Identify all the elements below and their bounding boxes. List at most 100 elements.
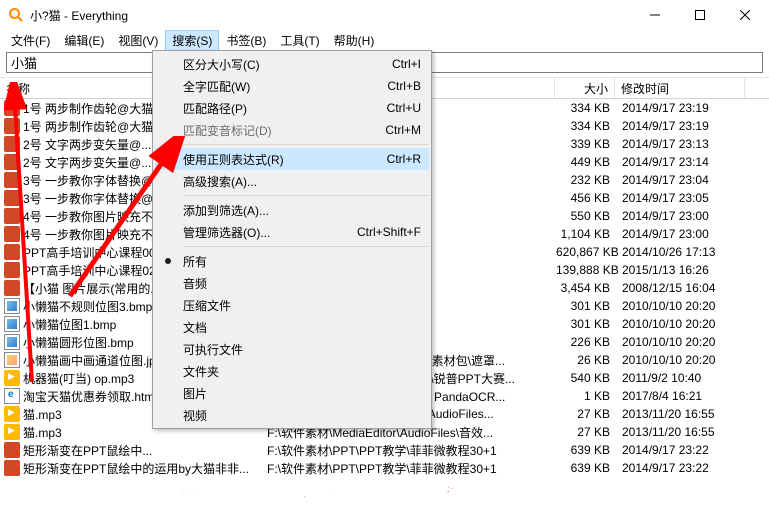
file-name: 矩形渐变在PPT鼠绘中... <box>23 442 263 459</box>
menu-item-label: 所有 <box>183 253 207 270</box>
bmp-file-icon <box>4 316 20 332</box>
bmp-file-icon <box>4 334 20 350</box>
file-size: 1 KB <box>556 389 616 403</box>
menu-item-label: 文件夹 <box>183 363 219 380</box>
file-size: 27 KB <box>556 425 616 439</box>
menu-dropdown-item[interactable]: 文件夹 <box>155 360 429 382</box>
menu-separator <box>183 144 428 145</box>
menu-dropdown-item[interactable]: 使用正则表达式(R) Ctrl+R <box>155 148 429 170</box>
file-size: 27 KB <box>556 407 616 421</box>
file-size: 226 KB <box>556 335 616 349</box>
menu-item-shortcut: Ctrl+R <box>387 152 421 166</box>
menu-item[interactable]: 书签(B) <box>219 30 273 51</box>
menu-item-label: 全字匹配(W) <box>183 78 250 95</box>
file-size: 334 KB <box>556 101 616 115</box>
file-date: 2014/9/17 23:14 <box>616 155 746 169</box>
menu-item-shortcut: Ctrl+Shift+F <box>357 225 421 239</box>
maximize-button[interactable] <box>677 0 722 30</box>
ppt-file-icon <box>4 172 20 188</box>
file-size: 620,867 KB <box>556 245 616 259</box>
file-date: 2014/9/17 23:19 <box>616 101 746 115</box>
menu-dropdown-item[interactable]: 文档 <box>155 316 429 338</box>
file-path: F:\软件素材\PPT\PPT教学\菲菲微教程30+1 <box>263 442 556 459</box>
menu-item-label: 添加到筛选(A)... <box>183 202 269 219</box>
file-date: 2014/9/17 23:22 <box>616 461 746 475</box>
ppt-file-icon <box>4 460 20 476</box>
file-row[interactable]: 矩形渐变在PPT鼠绘中...F:\软件素材\PPT\PPT教学\菲菲微教程30+… <box>0 441 769 459</box>
file-size: 1,104 KB <box>556 227 616 241</box>
menu-item-shortcut: Ctrl+I <box>392 57 421 71</box>
file-size: 334 KB <box>556 119 616 133</box>
menu-item-shortcut: Ctrl+M <box>385 123 421 137</box>
menu-dropdown-item[interactable]: 图片 <box>155 382 429 404</box>
ppt-file-icon <box>4 442 20 458</box>
ppt-file-icon <box>4 100 20 116</box>
menu-dropdown-item[interactable]: 视频 <box>155 404 429 426</box>
column-header-size[interactable]: 大小 <box>555 78 615 98</box>
menu-dropdown-item[interactable]: 添加到筛选(A)... <box>155 199 429 221</box>
minimize-button[interactable] <box>632 0 677 30</box>
file-size: 550 KB <box>556 209 616 223</box>
file-size: 540 KB <box>556 371 616 385</box>
menu-item-label: 区分大小写(C) <box>183 56 260 73</box>
file-date: 2014/9/17 23:13 <box>616 137 746 151</box>
html-file-icon <box>4 388 20 404</box>
file-size: 301 KB <box>556 317 616 331</box>
menu-item[interactable]: 编辑(E) <box>57 30 111 51</box>
menu-dropdown-item[interactable]: 所有 <box>155 250 429 272</box>
app-icon <box>8 7 24 23</box>
mp3-file-icon <box>4 370 20 386</box>
menu-dropdown-item[interactable]: 匹配路径(P)Ctrl+U <box>155 97 429 119</box>
menu-item-label: 视频 <box>183 407 207 424</box>
menu-item-label: 图片 <box>183 385 207 402</box>
menu-dropdown-item: 匹配变音标记(D)Ctrl+M <box>155 119 429 141</box>
file-date: 2015/1/13 16:26 <box>616 263 746 277</box>
file-date: 2010/10/10 20:20 <box>616 335 746 349</box>
file-size: 301 KB <box>556 299 616 313</box>
ppt-file-icon <box>4 208 20 224</box>
menu-item[interactable]: 视图(V) <box>111 30 165 51</box>
file-date: 2011/9/2 10:40 <box>616 371 746 385</box>
ppt-file-icon <box>4 136 20 152</box>
file-date: 2013/11/20 16:55 <box>616 425 746 439</box>
ppt-file-icon <box>4 190 20 206</box>
menu-item-shortcut: Ctrl+B <box>387 79 421 93</box>
close-button[interactable] <box>722 0 767 30</box>
file-date: 2014/9/17 23:22 <box>616 443 746 457</box>
menu-dropdown-item[interactable]: 管理筛选器(O)... Ctrl+Shift+F <box>155 221 429 243</box>
ppt-file-icon <box>4 262 20 278</box>
file-size: 26 KB <box>556 353 616 367</box>
menu-bar: 文件(F)编辑(E)视图(V)搜索(S)书签(B)工具(T)帮助(H) <box>0 30 769 50</box>
menu-item[interactable]: 帮助(H) <box>327 30 382 51</box>
menu-item-shortcut: Ctrl+U <box>387 101 421 115</box>
bmp-file-icon <box>4 298 20 314</box>
file-date: 2008/12/15 16:04 <box>616 281 746 295</box>
menu-item[interactable]: 文件(F) <box>4 30 57 51</box>
menu-dropdown-item[interactable]: 可执行文件 <box>155 338 429 360</box>
file-size: 232 KB <box>556 173 616 187</box>
menu-dropdown-item[interactable]: 全字匹配(W) Ctrl+B <box>155 75 429 97</box>
file-date: 2014/10/26 17:13 <box>616 245 746 259</box>
file-date: 2014/9/17 23:04 <box>616 173 746 187</box>
menu-dropdown-item[interactable]: 区分大小写(C) Ctrl+I <box>155 53 429 75</box>
menu-item-label: 高级搜索(A)... <box>183 173 257 190</box>
file-size: 339 KB <box>556 137 616 151</box>
menu-item-label: 使用正则表达式(R) <box>183 151 284 168</box>
file-size: 456 KB <box>556 191 616 205</box>
radio-dot-icon <box>165 258 171 264</box>
menu-item[interactable]: 搜索(S) <box>165 30 219 51</box>
file-size: 449 KB <box>556 155 616 169</box>
menu-dropdown-item[interactable]: 音频 <box>155 272 429 294</box>
menu-dropdown-item[interactable]: 压缩文件 <box>155 294 429 316</box>
menu-item[interactable]: 工具(T) <box>273 30 326 51</box>
mp3-file-icon <box>4 424 20 440</box>
column-header-date[interactable]: 修改时间 <box>615 78 745 98</box>
menu-item-label: 压缩文件 <box>183 297 231 314</box>
file-date: 2010/10/10 20:20 <box>616 317 746 331</box>
check-icon <box>163 152 175 167</box>
menu-separator <box>183 195 428 196</box>
menu-item-label: 管理筛选器(O)... <box>183 224 270 241</box>
menu-dropdown-item[interactable]: 高级搜索(A)... <box>155 170 429 192</box>
file-date: 2010/10/10 20:20 <box>616 353 746 367</box>
file-date: 2014/9/17 23:05 <box>616 191 746 205</box>
